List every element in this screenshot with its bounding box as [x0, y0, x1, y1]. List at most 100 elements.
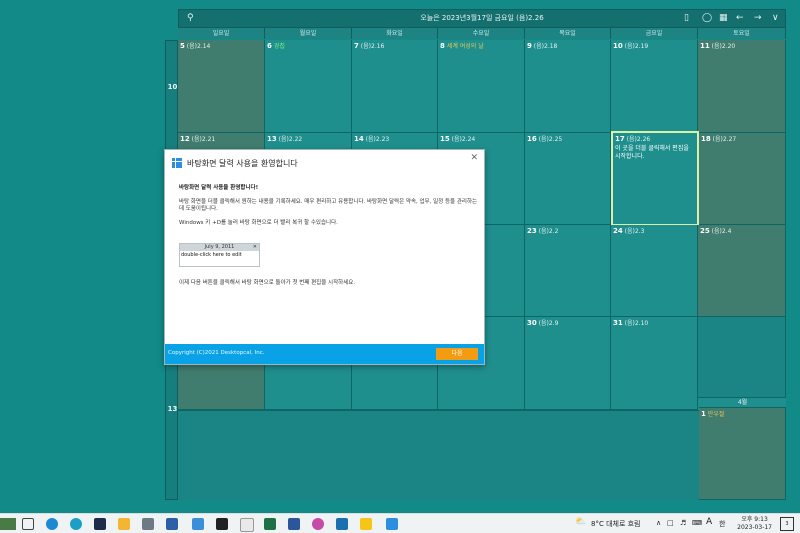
- holiday-label: 세계 여성의 날: [446, 43, 484, 50]
- lunar-date: (음)2.22: [278, 136, 303, 143]
- word-icon[interactable]: [288, 518, 300, 530]
- paint-icon[interactable]: [240, 518, 254, 532]
- next-button[interactable]: 다음: [436, 348, 478, 360]
- language-indicator[interactable]: 한: [719, 519, 725, 529]
- day-number: 18: [701, 135, 711, 143]
- volume-icon[interactable]: ♬: [680, 519, 686, 527]
- close-icon[interactable]: ✕: [470, 153, 478, 163]
- day-cell-empty: [698, 317, 786, 398]
- browser-icon[interactable]: [70, 518, 82, 530]
- chevron-up-icon[interactable]: ∧: [656, 519, 661, 527]
- day-number: 24: [613, 227, 623, 235]
- day-number: 11: [700, 42, 710, 50]
- weather-text[interactable]: 8°C 대체로 흐림: [591, 519, 641, 529]
- network-icon[interactable]: □: [667, 519, 674, 527]
- skin-icon[interactable]: ◯: [702, 12, 712, 24]
- solar-term: 경칩: [273, 43, 285, 50]
- day-number: 31: [613, 319, 623, 327]
- day-cell[interactable]: 25 (음)2.4: [698, 225, 786, 317]
- store-icon[interactable]: [192, 518, 204, 530]
- day-number: 16: [527, 135, 537, 143]
- lunar-date: (음)2.10: [624, 320, 649, 327]
- keyboard-icon[interactable]: ⌨: [692, 519, 702, 527]
- dialog-heading: 바탕화면 달력 사용을 환영합니다!: [179, 185, 259, 191]
- day-cell[interactable]: 18 (음)2.27: [699, 133, 786, 225]
- task-view-icon[interactable]: [22, 518, 34, 530]
- lunar-date: (음)2.14: [186, 43, 211, 50]
- weather-icon[interactable]: ⛅: [575, 517, 586, 527]
- app-icon[interactable]: [166, 518, 178, 530]
- day-number: 5: [180, 42, 185, 50]
- lunar-date: (음)2.26: [626, 136, 651, 143]
- notification-icon[interactable]: 3: [780, 517, 794, 531]
- day-number: 25: [700, 227, 710, 235]
- day-cell[interactable]: 6 경칩: [265, 40, 352, 133]
- day-number: 1: [701, 410, 706, 418]
- prev-arrow-icon[interactable]: ←: [736, 12, 744, 24]
- app-icon[interactable]: [312, 518, 324, 530]
- day-cell[interactable]: 1 만우절: [699, 408, 786, 500]
- holiday-label: 만우절: [707, 411, 725, 418]
- day-cell[interactable]: 31 (음)2.10: [611, 317, 698, 410]
- weekday-fri: 금요일: [611, 28, 698, 39]
- day-cell[interactable]: 23 (음)2.2: [525, 225, 611, 317]
- desktop-thumbnail-icon[interactable]: [0, 518, 16, 530]
- day-cell[interactable]: 5 (음)2.14: [178, 40, 265, 133]
- day-number: 7: [354, 42, 359, 50]
- day-cell[interactable]: 16 (음)2.25: [525, 133, 611, 225]
- close-icon: ✕: [252, 244, 257, 250]
- sample-note-widget: July 9, 2011 ✕ double-click here to edit: [179, 243, 260, 267]
- day-cell[interactable]: 10 (음)2.19: [611, 40, 698, 133]
- clock-date: 2023-03-17: [737, 524, 772, 531]
- day-number: 12: [180, 135, 190, 143]
- weekday-tue: 화요일: [352, 28, 438, 39]
- day-number: 14: [354, 135, 364, 143]
- day-number: 10: [613, 42, 623, 50]
- welcome-dialog: 바탕화면 달력 사용을 환영합니다 ✕ 바탕화면 달력 사용을 환영합니다! 바…: [164, 149, 485, 365]
- sticky-notes-icon[interactable]: [360, 518, 372, 530]
- clock[interactable]: 오후 9:13 2023-03-17: [737, 516, 772, 532]
- app-icon[interactable]: [336, 518, 348, 530]
- clock-time: 오후 9:13: [741, 516, 768, 523]
- lunar-date: (음)2.25: [538, 136, 563, 143]
- dialog-footer: Copyright (C)2021 Desktopcal, Inc. 다음: [165, 344, 484, 364]
- day-number: 15: [440, 135, 450, 143]
- weekday-header: 일요일 월요일 화요일 수요일 목요일 금요일 토요일: [178, 28, 786, 39]
- chevron-down-icon[interactable]: ∨: [772, 12, 779, 24]
- day-cell[interactable]: 30 (음)2.9: [525, 317, 611, 410]
- calendar-toolbar: ⚲ 오늘은 2023년3월17일 금요일 (음)2.26 ▯ ◯ ▦ ← → ∨: [178, 9, 786, 28]
- phone-icon[interactable]: ▯: [684, 12, 689, 24]
- lunar-date: (음)2.4: [711, 228, 732, 235]
- day-cell[interactable]: 11 (음)2.20: [698, 40, 786, 133]
- dialog-body: 바탕화면 달력 사용을 환영합니다! 바탕 화면을 더블 클릭해서 원하는 내용…: [179, 185, 479, 234]
- weekday-sat: 토요일: [698, 28, 786, 39]
- ime-indicator[interactable]: A: [706, 517, 712, 527]
- day-number: 9: [527, 42, 532, 50]
- next-arrow-icon[interactable]: →: [754, 12, 762, 24]
- weekday-thu: 목요일: [525, 28, 611, 39]
- lunar-date: (음)2.21: [191, 136, 216, 143]
- edge-icon[interactable]: [46, 518, 58, 530]
- day-number: 23: [527, 227, 537, 235]
- lightroom-icon[interactable]: [94, 518, 106, 530]
- calculator-icon[interactable]: [142, 518, 154, 530]
- day-cell[interactable]: 8 세계 여성의 날: [438, 40, 525, 133]
- day-cell[interactable]: 9 (음)2.18: [525, 40, 611, 133]
- sample-date: July 9, 2011: [204, 244, 235, 250]
- calendar-empty-area: [178, 410, 699, 500]
- terminal-icon[interactable]: [216, 518, 228, 530]
- lunar-date: (음)2.24: [451, 136, 476, 143]
- taskbar: ⛅ 8°C 대체로 흐림 ∧ □ ♬ ⌨ A 한 오후 9:13 2023-03…: [0, 513, 800, 533]
- calendar-icon[interactable]: ▦: [719, 12, 728, 24]
- lunar-date: (음)2.3: [624, 228, 645, 235]
- day-cell[interactable]: 24 (음)2.3: [611, 225, 698, 317]
- file-explorer-icon[interactable]: [118, 518, 130, 530]
- day-number: 8: [440, 42, 445, 50]
- day-cell[interactable]: 7 (음)2.16: [352, 40, 438, 133]
- today-note[interactable]: 이 곳을 더블 클릭해서 편집을 시작합니다.: [615, 145, 693, 161]
- today-title: 오늘은 2023년3월17일 금요일 (음)2.26: [420, 14, 544, 22]
- today-cell[interactable]: 17 (음)2.26 이 곳을 더블 클릭해서 편집을 시작합니다.: [611, 131, 699, 226]
- desktopcal-icon[interactable]: [386, 518, 398, 530]
- copyright-text: Copyright (C)2021 Desktopcal, Inc.: [168, 350, 265, 356]
- excel-icon[interactable]: [264, 518, 276, 530]
